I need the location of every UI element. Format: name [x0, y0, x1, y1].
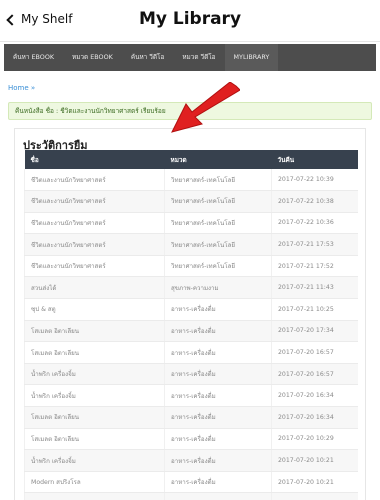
table-row: โสเมลต อิตาเลียน อาหาร-เครื่องดื่ม 2017-07… — [24, 428, 358, 451]
cell-return-date: 2017-07-20 10:29 — [271, 428, 358, 451]
cell-return-date: 2017-07-20 16:57 — [271, 341, 358, 364]
cell-name: โสเมลต อิตาเลียน — [24, 341, 165, 364]
cell-name: ซุป & สตู — [24, 298, 165, 321]
table-row: ชีวิตและงานนักวิทยาศาสตร์ วิทยาศาสตร์-เทค… — [24, 233, 358, 256]
cell-return-date: 2017-07-20 16:57 — [271, 363, 358, 386]
column-header-category: หมวด — [164, 150, 272, 169]
cell-category: อาหาร-เครื่องดื่ม — [164, 384, 272, 408]
page-title: My Library — [138, 9, 242, 29]
cell-name: ชีวิตและงานนักวิทยาศาสตร์ — [24, 190, 165, 213]
cell-return-date: 2017-07-20 17:34 — [271, 320, 358, 343]
cell-return-date: 2017-07-21 17:53 — [271, 233, 358, 256]
cell-name — [24, 492, 165, 500]
cell-return-date: 2017-07-20 16:34 — [271, 384, 358, 408]
cell-category: วิทยาศาสตร์-เทคโนโลยี — [164, 190, 272, 213]
cell-return-date: 2017-07-20 16:34 — [271, 406, 358, 429]
cell-name: สวนส่งได้ — [24, 276, 165, 300]
cell-name: ชีวิตและงานนักวิทยาศาสตร์ — [24, 212, 165, 235]
cell-return-date: 2017-07-22 10:39 — [271, 169, 358, 192]
column-header-name: ชื่อ — [24, 150, 165, 169]
nav-category-ebook[interactable]: หมวด EBOOK — [63, 44, 122, 71]
cell-return-date: 2017-07-21 17:52 — [271, 255, 358, 278]
cell-category: วิทยาศาสตร์-เทคโนโลยี — [164, 212, 272, 235]
cell-category: อาหาร-เครื่องดื่ม — [164, 363, 272, 386]
table-row: น้ำพริก เครื่องจิ้ม อาหาร-เครื่องดื่ม 2017… — [24, 449, 358, 472]
cell-return-date: 2017-07-22 10:38 — [271, 190, 358, 213]
cell-name: ชีวิตและงานนักวิทยาศาสตร์ — [24, 233, 165, 256]
table-row: ชีวิตและงานนักวิทยาศาสตร์ วิทยาศาสตร์-เทค… — [24, 169, 358, 192]
table-header-row: ชื่อ หมวด วันคืน — [24, 150, 358, 169]
history-table: ชื่อ หมวด วันคืน ชีวิตและงานนักวิทยาศาสต… — [24, 150, 358, 500]
cell-name: โสเมลต อิตาเลียน — [24, 406, 165, 429]
red-arrow-icon — [171, 82, 240, 133]
cell-return-date: 2017-07-21 11:43 — [271, 276, 358, 300]
cell-category: อาหาร-เครื่องดื่ม — [164, 406, 272, 429]
nav-search-ebook[interactable]: ค้นหา EBOOK — [4, 44, 63, 71]
cell-name: น้ำพริก เครื่องจิ้ม — [24, 384, 165, 408]
cell-category: อาหาร-เครื่องดื่ม — [164, 341, 272, 364]
alert-message: คืนหนังสือ ชื่อ : ชีวิตและงานนักวิทยาศาส… — [15, 107, 166, 115]
cell-category: วิทยาศาสตร์-เทคโนโลยี — [164, 169, 272, 192]
cell-return-date: 2017-07-20 10:21 — [271, 471, 358, 494]
cell-category: วิทยาศาสตร์-เทคโนโลยี — [164, 255, 272, 278]
cell-category: อาหาร-เครื่องดื่ม — [164, 449, 272, 472]
cell-name: โสเมลต อิตาเลียน — [24, 320, 165, 343]
table-row: ชีวิตและงานนักวิทยาศาสตร์ วิทยาศาสตร์-เทค… — [24, 212, 358, 235]
cell-category: อาหาร-เครื่องดื่ม — [164, 320, 272, 343]
nav-category-video[interactable]: หมวด วีดีโอ — [173, 44, 224, 71]
table-row — [24, 492, 358, 500]
cell-name: น้ำพริก เครื่องจิ้ม — [24, 363, 165, 386]
cell-name: ชีวิตและงานนักวิทยาศาสตร์ — [24, 169, 165, 192]
main-nav: ค้นหา EBOOK หมวด EBOOK ค้นหา วีดีโอ หมวด… — [4, 44, 376, 71]
cell-return-date — [271, 492, 358, 500]
table-row: ซุป & สตู อาหาร-เครื่องดื่ม 2017-07-21 10:… — [24, 298, 358, 321]
nav-mylibrary[interactable]: MYLIBRARY — [224, 44, 279, 71]
cell-return-date: 2017-07-22 10:36 — [271, 212, 358, 235]
nav-search-video[interactable]: ค้นหา วีดีโอ — [122, 44, 174, 71]
table-row: โสเมลต อิตาเลียน อาหาร-เครื่องดื่ม 2017-07… — [24, 341, 358, 364]
cell-category: วิทยาศาสตร์-เทคโนโลยี — [164, 233, 272, 256]
cell-name: น้ำพริก เครื่องจิ้ม — [24, 449, 165, 472]
cell-return-date: 2017-07-21 10:25 — [271, 298, 358, 321]
table-row: โสเมลต อิตาเลียน อาหาร-เครื่องดื่ม 2017-07… — [24, 320, 358, 343]
cell-category: สุขภาพ-ความงาม — [164, 276, 272, 300]
table-row: ชีวิตและงานนักวิทยาศาสตร์ วิทยาศาสตร์-เทค… — [24, 255, 358, 278]
top-bar: My Shelf My Library — [0, 0, 380, 42]
cell-name: โสเมลต อิตาเลียน — [24, 428, 165, 451]
table-row: สวนส่งได้ สุขภาพ-ความงาม 2017-07-21 11:43 — [24, 276, 358, 300]
table-row: โสเมลต อิตาเลียน อาหาร-เครื่องดื่ม 2017-07… — [24, 406, 358, 429]
column-header-return-date: วันคืน — [271, 150, 358, 169]
table-row: น้ำพริก เครื่องจิ้ม อาหาร-เครื่องดื่ม 2017… — [24, 363, 358, 386]
table-row: ชีวิตและงานนักวิทยาศาสตร์ วิทยาศาสตร์-เทค… — [24, 190, 358, 213]
history-panel: ประวัติการยืม ชื่อ หมวด วันคืน ชีวิตและง… — [14, 128, 366, 500]
history-table-body: ชีวิตและงานนักวิทยาศาสตร์ วิทยาศาสตร์-เทค… — [24, 169, 358, 500]
cell-category: อาหาร-เครื่องดื่ม — [164, 428, 272, 451]
breadcrumb[interactable]: Home » — [8, 84, 35, 92]
cell-return-date: 2017-07-20 10:21 — [271, 449, 358, 472]
cell-name: Modern สปริงโรล — [24, 471, 165, 494]
cell-category: อาหาร-เครื่องดื่ม — [164, 471, 272, 494]
table-row: น้ำพริก เครื่องจิ้ม อาหาร-เครื่องดื่ม 2017… — [24, 384, 358, 408]
cell-category — [164, 492, 272, 500]
cell-category: อาหาร-เครื่องดื่ม — [164, 298, 272, 321]
cell-name: ชีวิตและงานนักวิทยาศาสตร์ — [24, 255, 165, 278]
table-row: Modern สปริงโรล อาหาร-เครื่องดื่ม 2017-07-… — [24, 471, 358, 494]
